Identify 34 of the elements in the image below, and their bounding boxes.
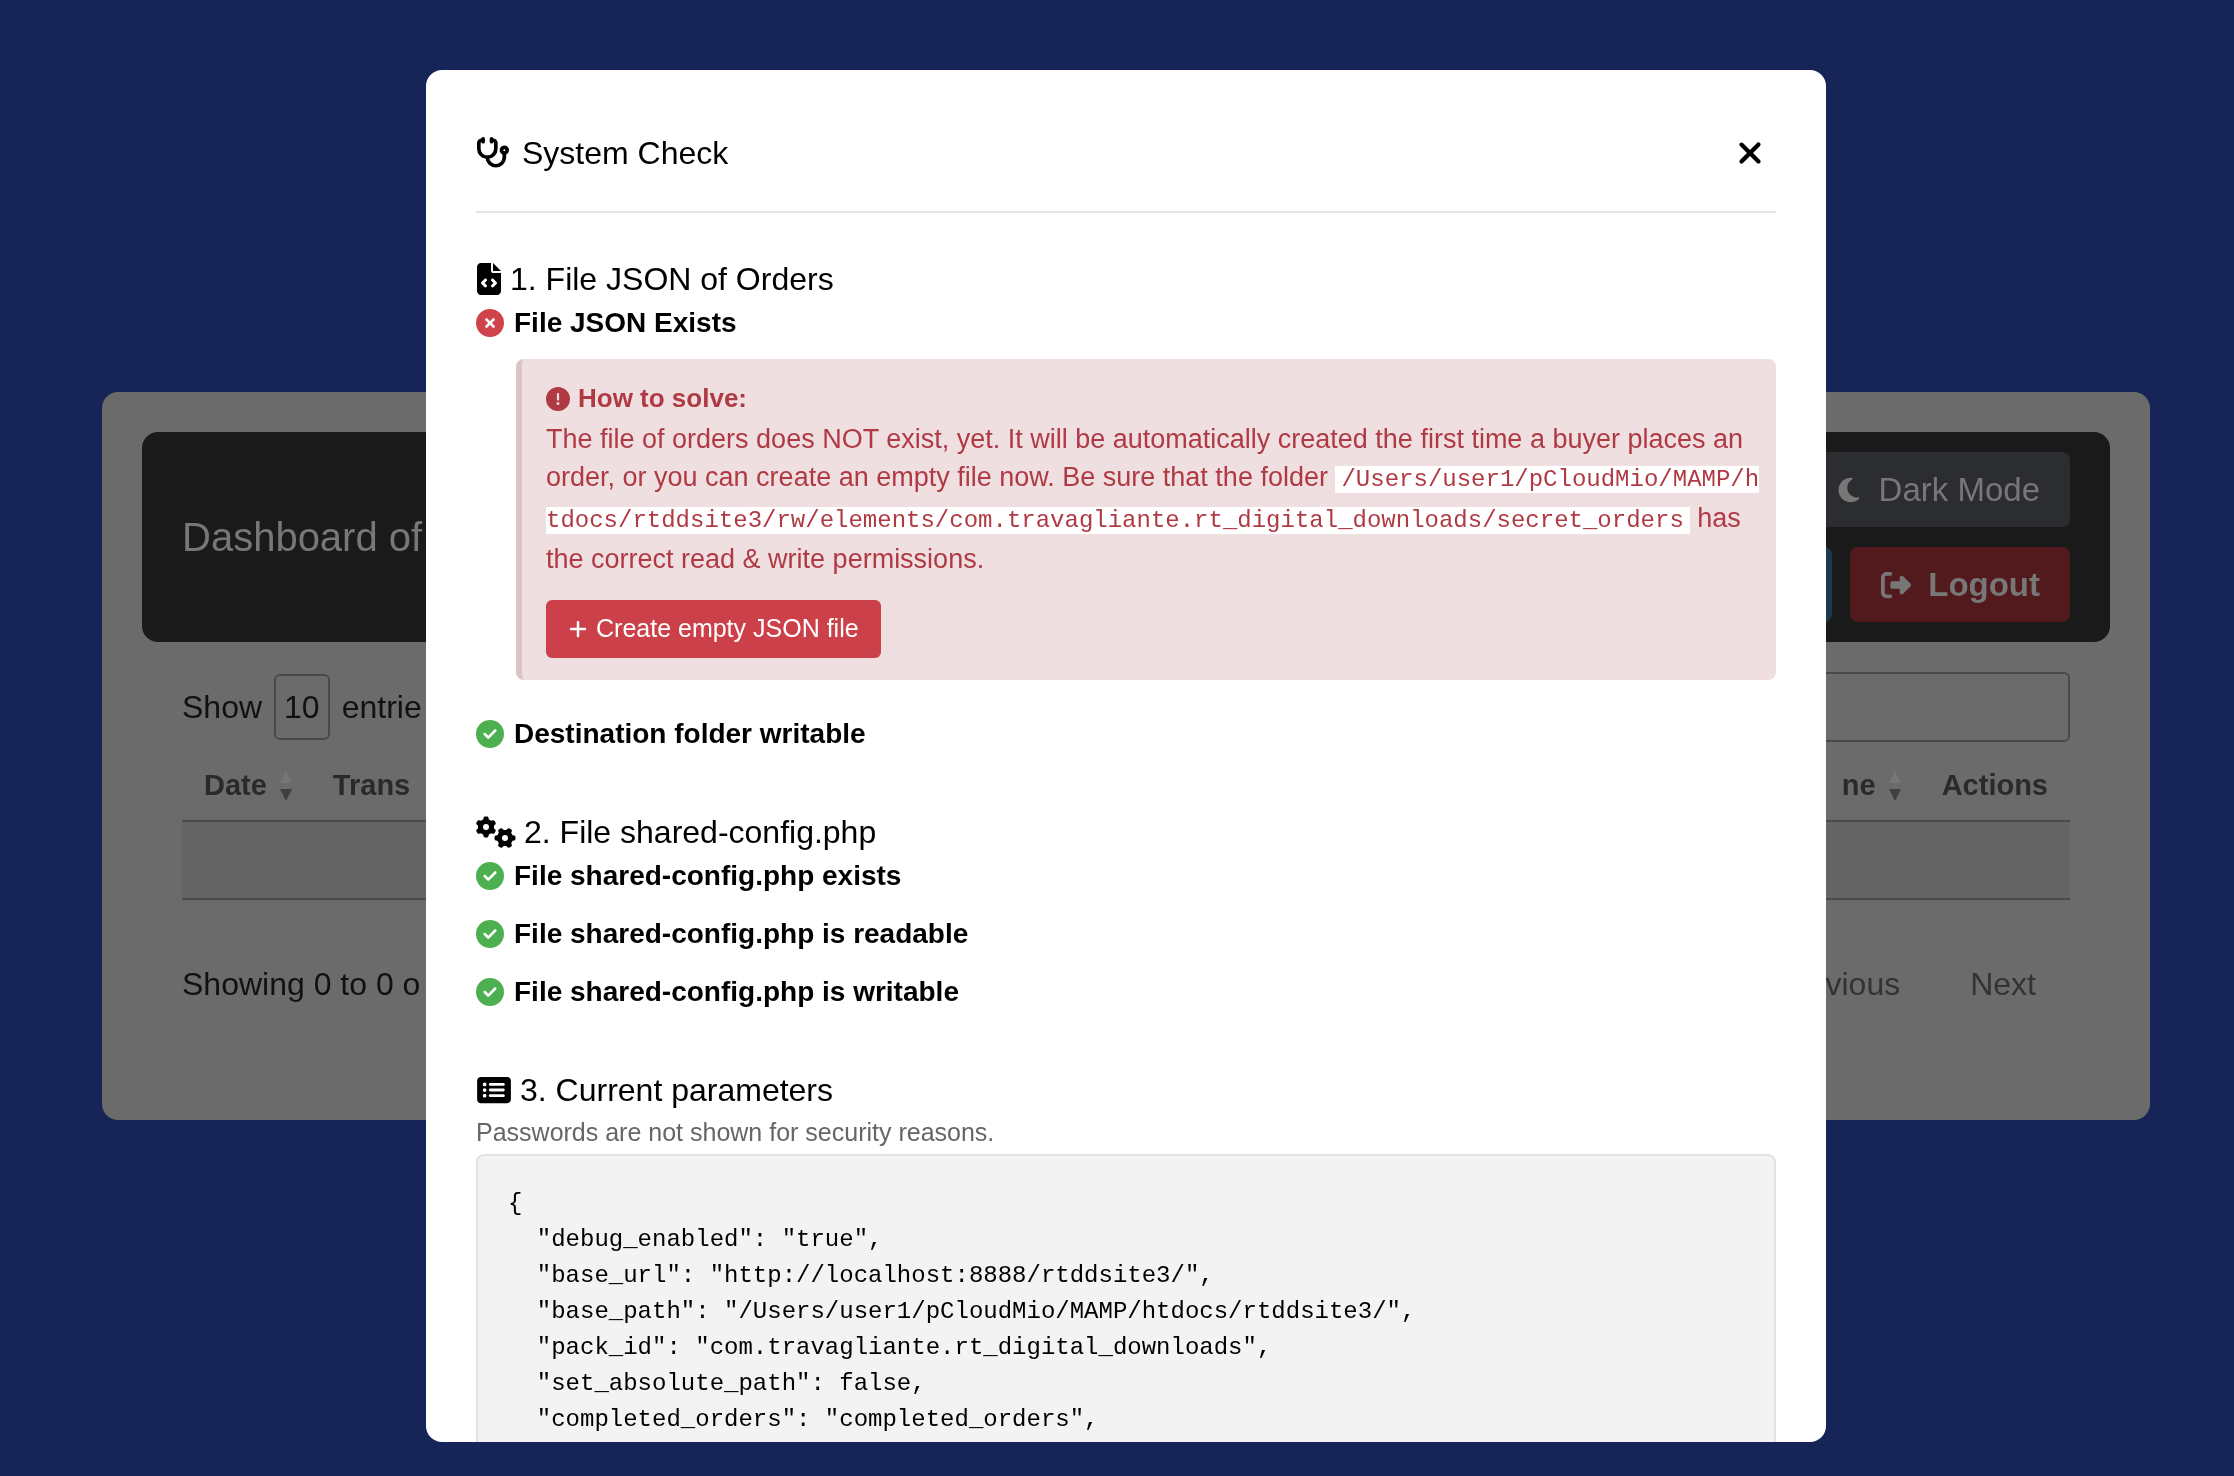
list-icon bbox=[476, 1075, 512, 1105]
next-link[interactable]: Next bbox=[1970, 960, 2036, 1008]
sort-icon bbox=[1887, 769, 1902, 803]
create-json-button[interactable]: Create empty JSON file bbox=[546, 600, 881, 658]
check-label: File shared-config.php is writable bbox=[514, 975, 959, 1009]
check-label: File shared-config.php exists bbox=[514, 859, 902, 893]
alert-title: How to solve: bbox=[578, 382, 747, 415]
modal-title: System Check bbox=[522, 133, 729, 173]
column-header[interactable]: Date bbox=[204, 764, 267, 808]
column-header[interactable]: Actions bbox=[1941, 764, 2048, 808]
previous-link[interactable]: vious bbox=[1825, 960, 1901, 1008]
table-info: Showing 0 to 0 o bbox=[182, 965, 421, 1004]
stethoscope-icon bbox=[476, 135, 510, 170]
parameters-code: { "debug_enabled": "true", "base_url": "http://localhost:8888/rtddsite3/", "base_path": "/Users/user1/pCloudMio/MAMP/htdocs/rtddsite3/", "pack_id": "com.travagliante.rt_digital_downloads", "set_absolute_path": false, "completed_orders": "completed_orders", bbox=[476, 1153, 1776, 1442]
column-header[interactable]: ne bbox=[1841, 764, 1876, 808]
check-label: File JSON Exists bbox=[514, 306, 737, 340]
gears-icon bbox=[476, 816, 516, 848]
column-header[interactable]: Trans bbox=[332, 764, 411, 808]
entries-label: entrie bbox=[341, 688, 422, 727]
check-label: Destination folder writable bbox=[514, 717, 866, 751]
code-file-icon bbox=[476, 263, 502, 295]
plus-icon bbox=[568, 619, 588, 639]
show-label: Show bbox=[182, 688, 263, 727]
logout-button[interactable]: Logout bbox=[1850, 547, 2070, 622]
check-label: File shared-config.php is readable bbox=[514, 917, 969, 951]
logout-icon bbox=[1880, 569, 1913, 600]
exclamation-icon bbox=[546, 386, 570, 411]
page-length-select[interactable]: 10 bbox=[274, 674, 330, 740]
dashboard-title: Dashboard of bbox=[182, 514, 423, 561]
section-heading: 3. Current parameters bbox=[520, 1071, 833, 1110]
security-note: Passwords are not shown for security reasons. bbox=[476, 1117, 996, 1148]
section-heading: 2. File shared-config.php bbox=[524, 813, 877, 852]
sort-icon bbox=[278, 769, 293, 803]
section-heading: 1. File JSON of Orders bbox=[510, 260, 834, 299]
